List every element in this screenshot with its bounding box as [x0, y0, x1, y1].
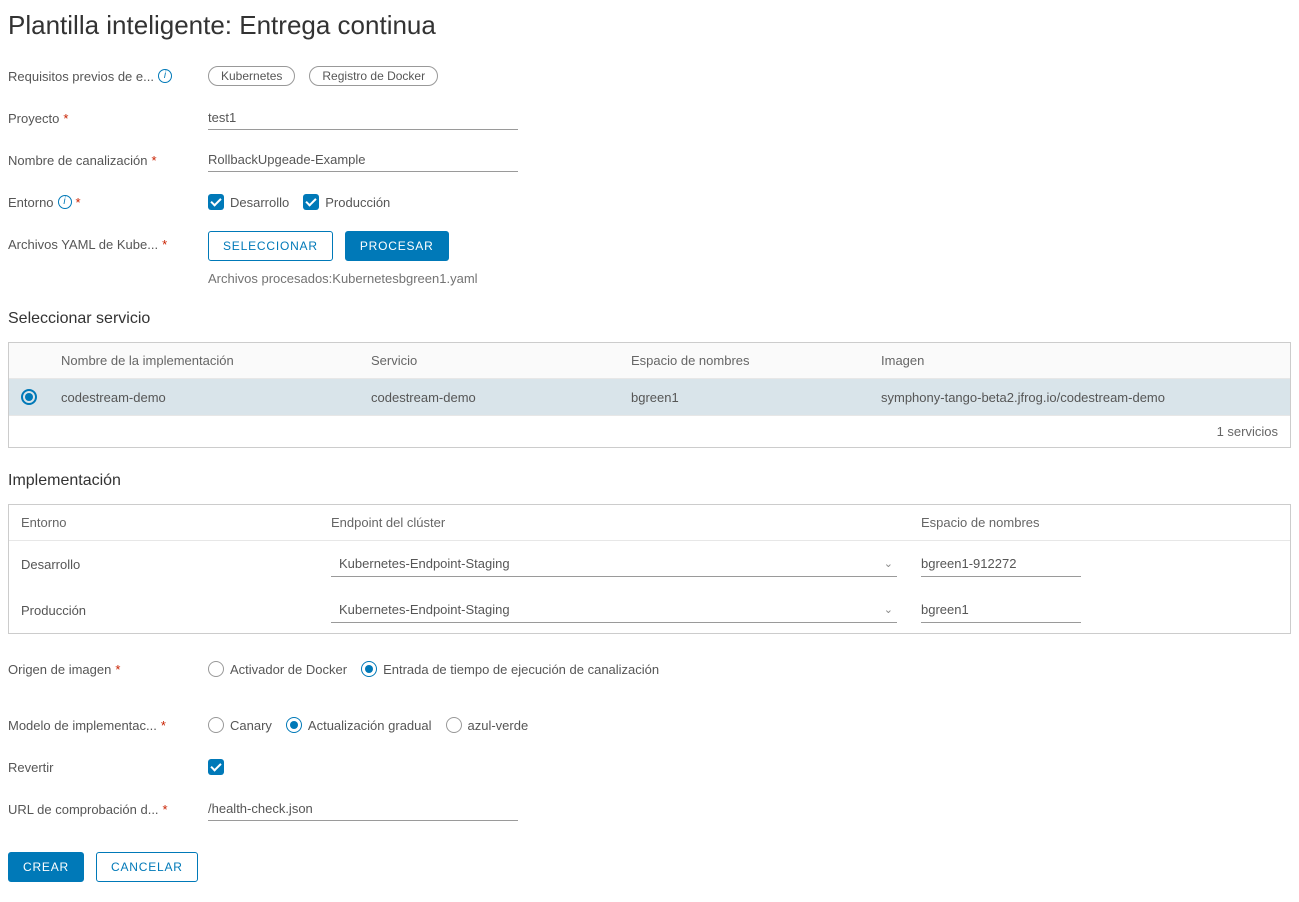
radio-icon — [208, 661, 224, 677]
row-image-origin: Origen de imagen * Activador de Docker E… — [8, 656, 1291, 682]
impl-table-header: Entorno Endpoint del clúster Espacio de … — [9, 505, 1290, 541]
check-icon — [208, 194, 224, 210]
checkbox-desarrollo[interactable]: Desarrollo — [208, 194, 289, 210]
radio-pipeline-runtime[interactable]: Entrada de tiempo de ejecución de canali… — [361, 661, 659, 677]
impl-row: Desarrollo Kubernetes-Endpoint-Staging ⌄ — [9, 541, 1290, 587]
cluster-endpoint-select[interactable]: Kubernetes-Endpoint-Staging ⌄ — [331, 597, 897, 623]
row-yaml: Archivos YAML de Kube... * SELECCIONAR P… — [8, 231, 1291, 286]
chip-docker-registry[interactable]: Registro de Docker — [309, 66, 438, 86]
radio-icon — [446, 717, 462, 733]
row-prereq: Requisitos previos de e... i Kubernetes … — [8, 63, 1291, 89]
radio-icon — [361, 661, 377, 677]
label-deploy-model: Modelo de implementac... * — [8, 718, 208, 733]
label-pipeline: Nombre de canalización * — [8, 153, 208, 168]
section-select-service: Seleccionar servicio — [8, 310, 1291, 328]
info-icon[interactable]: i — [58, 195, 72, 209]
service-table-header: Nombre de la implementación Servicio Esp… — [9, 343, 1290, 379]
select-button[interactable]: SELECCIONAR — [208, 231, 333, 261]
col-service[interactable]: Servicio — [359, 343, 619, 378]
label-project: Proyecto * — [8, 111, 208, 126]
row-pipeline: Nombre de canalización * — [8, 147, 1291, 173]
row-project: Proyecto * — [8, 105, 1291, 131]
impl-row: Producción Kubernetes-Endpoint-Staging ⌄ — [9, 587, 1290, 633]
service-table-footer: 1 servicios — [9, 416, 1290, 447]
process-button[interactable]: PROCESAR — [345, 231, 449, 261]
impl-env: Desarrollo — [9, 547, 319, 582]
check-icon — [303, 194, 319, 210]
radio-selected-icon[interactable] — [21, 389, 37, 405]
chevron-down-icon: ⌄ — [884, 603, 893, 616]
radio-docker-activator[interactable]: Activador de Docker — [208, 661, 347, 677]
label-environment: Entorno i * — [8, 195, 208, 210]
impl-env: Producción — [9, 593, 319, 628]
col-image[interactable]: Imagen — [869, 343, 1290, 378]
checkbox-produccion[interactable]: Producción — [303, 194, 390, 210]
radio-blue-green[interactable]: azul-verde — [446, 717, 529, 733]
page-title: Plantilla inteligente: Entrega continua — [8, 10, 1291, 41]
project-input[interactable] — [208, 106, 518, 130]
radio-icon — [208, 717, 224, 733]
service-table: Nombre de la implementación Servicio Esp… — [8, 342, 1291, 448]
col-env[interactable]: Entorno — [9, 505, 319, 540]
footer-actions: CREAR CANCELAR — [8, 852, 1291, 882]
col-endpoint[interactable]: Endpoint del clúster — [319, 505, 909, 540]
row-deploy-model: Modelo de implementac... * Canary Actual… — [8, 712, 1291, 738]
col-ns[interactable]: Espacio de nombres — [909, 505, 1290, 540]
label-prereq: Requisitos previos de e... i — [8, 69, 208, 84]
cancel-button[interactable]: CANCELAR — [96, 852, 198, 882]
radio-rolling-update[interactable]: Actualización gradual — [286, 717, 432, 733]
label-health-url: URL de comprobación d... * — [8, 802, 208, 817]
impl-table: Entorno Endpoint del clúster Espacio de … — [8, 504, 1291, 634]
namespace-input[interactable] — [921, 597, 1081, 623]
service-row[interactable]: codestream-demo codestream-demo bgreen1 … — [9, 379, 1290, 416]
radio-canary[interactable]: Canary — [208, 717, 272, 733]
info-icon[interactable]: i — [158, 69, 172, 83]
col-name[interactable]: Nombre de la implementación — [49, 343, 359, 378]
pipeline-name-input[interactable] — [208, 148, 518, 172]
label-image-origin: Origen de imagen * — [8, 662, 208, 677]
chip-kubernetes[interactable]: Kubernetes — [208, 66, 295, 86]
checkbox-revert[interactable] — [208, 759, 224, 775]
namespace-input[interactable] — [921, 551, 1081, 577]
row-environment: Entorno i * Desarrollo Producción — [8, 189, 1291, 215]
section-implementation: Implementación — [8, 472, 1291, 490]
processed-files-hint: Archivos procesados:Kubernetesbgreen1.ya… — [208, 271, 478, 286]
label-revert: Revertir — [8, 760, 208, 775]
chevron-down-icon: ⌄ — [884, 557, 893, 570]
label-yaml: Archivos YAML de Kube... * — [8, 231, 208, 252]
row-revert: Revertir — [8, 754, 1291, 780]
radio-icon — [286, 717, 302, 733]
cluster-endpoint-select[interactable]: Kubernetes-Endpoint-Staging ⌄ — [331, 551, 897, 577]
row-health-url: URL de comprobación d... * — [8, 796, 1291, 822]
create-button[interactable]: CREAR — [8, 852, 84, 882]
health-url-input[interactable] — [208, 797, 518, 821]
col-namespace[interactable]: Espacio de nombres — [619, 343, 869, 378]
